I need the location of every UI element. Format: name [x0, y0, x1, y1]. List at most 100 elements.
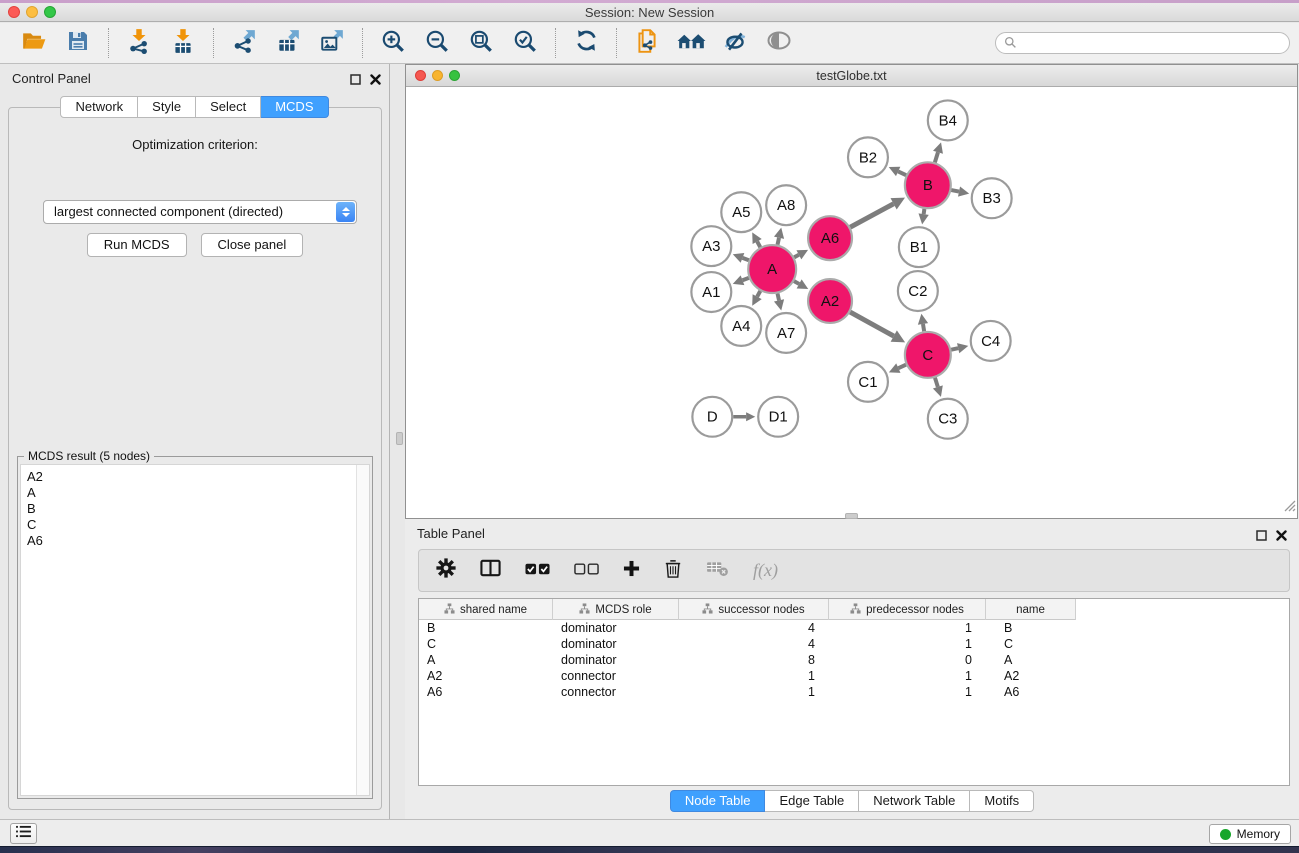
refresh-view-button[interactable] [571, 27, 601, 59]
deselect-all-button[interactable] [574, 562, 599, 580]
result-list-scrollbar[interactable] [356, 465, 369, 795]
edge-C-C2[interactable] [923, 324, 924, 331]
mcds-result-item[interactable]: A [27, 485, 363, 501]
import-network-button[interactable] [124, 27, 154, 59]
edge-B-B1[interactable] [924, 209, 925, 214]
toolbar-separator [108, 28, 109, 58]
table-row-A6[interactable]: A6connector11A6 [419, 684, 1289, 700]
delete-columns-button[interactable] [664, 558, 682, 584]
export-image-button[interactable] [317, 27, 347, 59]
edge-A-A3[interactable] [742, 258, 748, 260]
float-table-panel-icon[interactable] [1256, 528, 1267, 546]
table-row-B[interactable]: Bdominator41B [419, 620, 1289, 636]
import-table-button[interactable] [168, 27, 198, 59]
edge-C-C3[interactable] [935, 378, 938, 387]
edge-B-B4[interactable] [935, 152, 938, 162]
export-table-icon [275, 28, 301, 59]
cell-shared-name: A [419, 652, 553, 668]
node-label-A1: A1 [702, 284, 720, 301]
column-header-shared-name[interactable]: shared name [419, 599, 553, 620]
tab-mcds[interactable]: MCDS [261, 96, 328, 118]
criterion-dropdown[interactable]: largest connected component (directed) [43, 200, 357, 224]
export-image-icon [319, 28, 345, 59]
edge-A-A5[interactable] [757, 241, 760, 247]
column-header-predecessor-nodes[interactable]: predecessor nodes [829, 599, 986, 620]
cell-shared-name: A6 [419, 684, 553, 700]
column-header-successor-nodes[interactable]: successor nodes [679, 599, 829, 620]
export-table-button[interactable] [273, 27, 303, 59]
edge-A-A7[interactable] [778, 293, 780, 300]
close-panel-icon[interactable] [370, 72, 381, 90]
open-file-button[interactable] [19, 27, 49, 59]
toolbar-separator [616, 28, 617, 58]
deselect-all-icon [574, 562, 599, 580]
clone-network-button[interactable] [632, 27, 662, 59]
edge-B-B2[interactable] [898, 171, 906, 175]
node-label-B2: B2 [859, 149, 877, 166]
run-mcds-button[interactable]: Run MCDS [87, 233, 187, 257]
tab-network-table[interactable]: Network Table [859, 790, 970, 812]
column-label: shared name [460, 604, 527, 616]
toolbar-separator [362, 28, 363, 58]
edge-A-A6[interactable] [794, 255, 799, 258]
column-header-name[interactable]: name [986, 599, 1076, 620]
node-label-A: A [767, 261, 777, 278]
arrowhead-icon [958, 187, 969, 197]
attribute-tree-icon [702, 603, 713, 617]
export-network-button[interactable] [229, 27, 259, 59]
float-panel-icon[interactable] [350, 72, 361, 90]
tab-select[interactable]: Select [196, 96, 261, 118]
cell-predecessor-nodes: 1 [829, 684, 986, 700]
edge-A-A2[interactable] [794, 281, 799, 284]
resize-grip-icon[interactable] [1283, 499, 1296, 517]
tab-style[interactable]: Style [138, 96, 196, 118]
zoom-fit-button[interactable] [466, 27, 496, 59]
zoom-fit-icon [468, 28, 494, 59]
show-columns-button[interactable] [480, 559, 501, 582]
search-input[interactable] [995, 32, 1290, 54]
edge-A-A4[interactable] [757, 291, 760, 297]
select-all-button[interactable] [525, 562, 550, 580]
close-table-panel-icon[interactable] [1276, 528, 1287, 546]
home-button[interactable] [676, 27, 706, 59]
zoom-selected-button[interactable] [510, 27, 540, 59]
save-session-button[interactable] [63, 27, 93, 59]
edge-A-A1[interactable] [742, 278, 748, 280]
show-graphics-button[interactable] [764, 27, 794, 59]
table-row-A[interactable]: Adominator80A [419, 652, 1289, 668]
edge-A2-C[interactable] [850, 312, 894, 336]
gene-view-button[interactable] [720, 27, 750, 59]
tab-network[interactable]: Network [60, 96, 138, 118]
table-row-A2[interactable]: A2connector11A2 [419, 668, 1289, 684]
zoom-in-button[interactable] [378, 27, 408, 59]
arrowhead-icon [774, 299, 784, 310]
table-row-C[interactable]: Cdominator41C [419, 636, 1289, 652]
zoom-selected-icon [512, 28, 538, 59]
vertical-scroll-thumb[interactable] [396, 432, 403, 445]
mcds-result-item[interactable]: A2 [27, 469, 363, 485]
network-canvas[interactable]: B4B2BB3A5A8A6B1A3AA1C2A2A4A7C4CC1C3DD1 [406, 87, 1297, 517]
import-network-icon [126, 28, 152, 59]
edge-A6-B[interactable] [850, 204, 893, 227]
edge-A-A8[interactable] [778, 238, 780, 245]
column-header-mcds-role[interactable]: MCDS role [553, 599, 679, 620]
mcds-result-item[interactable]: A6 [27, 533, 363, 549]
edge-C-C4[interactable] [951, 348, 958, 350]
tab-node-table[interactable]: Node Table [670, 790, 766, 812]
mcds-result-item[interactable]: B [27, 501, 363, 517]
memory-button[interactable]: Memory [1209, 824, 1291, 844]
node-label-A4: A4 [732, 318, 750, 335]
edge-B-B3[interactable] [951, 190, 959, 192]
table-mode-gear-button[interactable] [436, 558, 456, 583]
tab-motifs[interactable]: Motifs [970, 790, 1034, 812]
zoom-out-button[interactable] [422, 27, 452, 59]
tab-edge-table[interactable]: Edge Table [765, 790, 859, 812]
mcds-result-item[interactable]: C [27, 517, 363, 533]
wallpaper-bottom-strip [0, 846, 1299, 853]
cell-successor-nodes: 1 [679, 668, 829, 684]
cell-name: A6 [986, 684, 1076, 700]
edge-C-C1[interactable] [898, 365, 906, 368]
add-column-button[interactable] [623, 560, 640, 582]
show-panels-button[interactable] [10, 823, 37, 844]
close-panel-button[interactable]: Close panel [201, 233, 304, 257]
